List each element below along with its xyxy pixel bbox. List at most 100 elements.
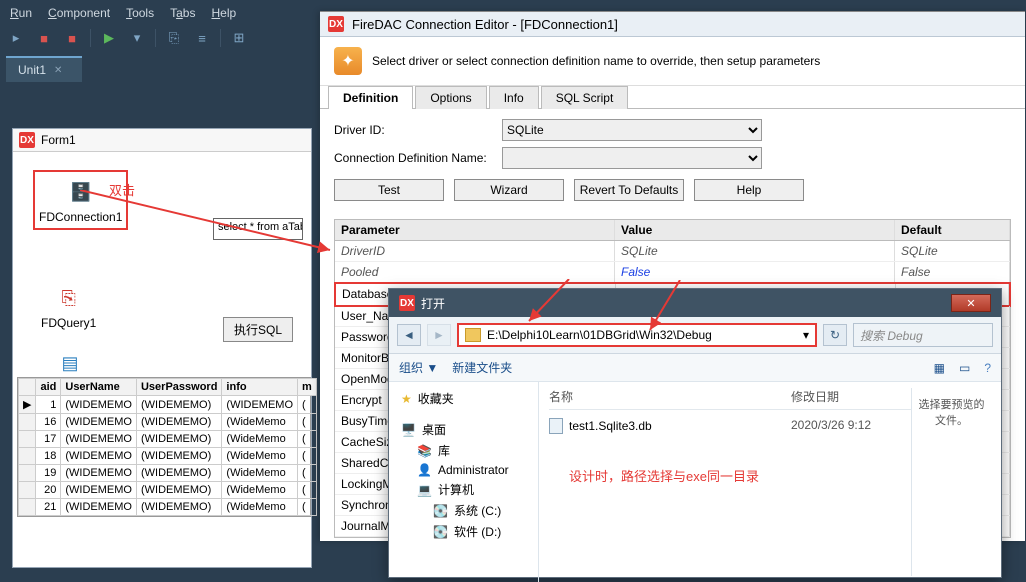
test-button[interactable]: Test bbox=[334, 179, 444, 201]
menu-tools[interactable]: Tools bbox=[126, 6, 154, 20]
param-row[interactable]: PooledFalseFalse bbox=[335, 262, 1010, 283]
tab-sqlscript[interactable]: SQL Script bbox=[541, 86, 629, 109]
conn-tabs: Definition Options Info SQL Script bbox=[320, 86, 1025, 109]
menu-help[interactable]: Help bbox=[211, 6, 236, 20]
wizard-icon: ✦ bbox=[334, 47, 362, 75]
param-col-header[interactable]: Value bbox=[615, 220, 895, 240]
menu-component[interactable]: Component bbox=[48, 6, 110, 20]
separator bbox=[155, 29, 156, 47]
nav-forward-button[interactable]: ► bbox=[427, 324, 451, 346]
tree-favorites[interactable]: ★收藏夹 bbox=[393, 388, 534, 409]
table-row[interactable]: 20(WIDEMEMO(WIDEMEMO)(WideMemo( bbox=[19, 482, 317, 499]
tab-info[interactable]: Info bbox=[489, 86, 539, 109]
dialog-title: 打开 bbox=[421, 295, 445, 312]
file-open-dialog: DX 打开 ✕ ◄ ► E:\Delphi10Learn\01DBGrid\Wi… bbox=[388, 288, 1002, 578]
organize-button[interactable]: 组织 ▼ bbox=[399, 359, 438, 376]
param-col-header[interactable]: Default bbox=[895, 220, 1010, 240]
drive-icon: 💽 bbox=[433, 504, 448, 518]
param-col-header[interactable]: Parameter bbox=[335, 220, 615, 240]
tab-options[interactable]: Options bbox=[415, 86, 486, 109]
dialog-toolbar: 组织 ▼ 新建文件夹 ▦ ▭ ? bbox=[389, 354, 1001, 382]
revert-button[interactable]: Revert To Defaults bbox=[574, 179, 684, 201]
tab-label: Unit1 bbox=[18, 63, 46, 77]
close-icon[interactable]: ✕ bbox=[54, 65, 62, 76]
run-icon[interactable]: ▶ bbox=[99, 28, 119, 48]
menu-tabs[interactable]: Tabs bbox=[170, 6, 195, 20]
help-button[interactable]: Help bbox=[694, 179, 804, 201]
toolbar-icon[interactable]: ≡ bbox=[192, 28, 212, 48]
datasource-icon: ▤ bbox=[50, 347, 90, 379]
separator bbox=[220, 29, 221, 47]
form-designer: DX Form1 🗄️ FDConnection1 双击 select * fr… bbox=[12, 128, 312, 568]
conn-title-bar: DX FireDAC Connection Editor - [FDConnec… bbox=[320, 12, 1025, 37]
fdquery-component[interactable]: ⎘ FDQuery1 bbox=[41, 282, 96, 330]
grid-col-header[interactable]: info bbox=[222, 379, 298, 396]
table-row[interactable]: 19(WIDEMEMO(WIDEMEMO)(WideMemo( bbox=[19, 465, 317, 482]
tab-definition[interactable]: Definition bbox=[328, 86, 413, 109]
computer-icon: 💻 bbox=[417, 483, 432, 497]
conn-def-select[interactable] bbox=[502, 147, 762, 169]
tree-library[interactable]: 📚库 bbox=[393, 440, 534, 461]
preview-icon[interactable]: ▭ bbox=[959, 361, 970, 375]
file-name: test1.Sqlite3.db bbox=[569, 419, 652, 433]
file-date: 2020/3/26 9:12 bbox=[791, 418, 911, 434]
tab-unit1[interactable]: Unit1 ✕ bbox=[6, 56, 82, 82]
execute-sql-button[interactable]: 执行SQL bbox=[223, 317, 293, 342]
chevron-down-icon[interactable]: ▾ bbox=[127, 28, 147, 48]
tree-drive-d[interactable]: 💽软件 (D:) bbox=[393, 521, 534, 542]
toolbar-icon[interactable]: ⎘ bbox=[164, 28, 184, 48]
dialog-nav: ◄ ► E:\Delphi10Learn\01DBGrid\Win32\Debu… bbox=[389, 317, 1001, 354]
tree-drive-c[interactable]: 💽系统 (C:) bbox=[393, 500, 534, 521]
query-icon: ⎘ bbox=[49, 282, 89, 314]
path-input[interactable]: E:\Delphi10Learn\01DBGrid\Win32\Debug ▾ bbox=[457, 323, 817, 347]
grid-col-header[interactable]: m bbox=[298, 379, 317, 396]
sql-input[interactable]: select * from aTabl bbox=[213, 218, 303, 240]
desktop-icon: 🖥️ bbox=[401, 423, 416, 437]
conn-def-label: Connection Definition Name: bbox=[334, 151, 494, 165]
tree-desktop[interactable]: 🖥️桌面 bbox=[393, 419, 534, 440]
library-icon: 📚 bbox=[417, 444, 432, 458]
search-input[interactable]: 搜索 Debug bbox=[853, 323, 993, 347]
file-list[interactable]: 名称 修改日期 test1.Sqlite3.db 2020/3/26 9:12 … bbox=[539, 382, 1001, 582]
table-row[interactable]: 16(WIDEMEMO(WIDEMEMO)(WideMemo( bbox=[19, 414, 317, 431]
dx-icon: DX bbox=[399, 295, 415, 311]
close-button[interactable]: ✕ bbox=[951, 294, 991, 312]
db-file-icon bbox=[549, 418, 563, 434]
dbgrid[interactable]: aid UserName UserPassword info m ▶1(WIDE… bbox=[17, 377, 311, 517]
wizard-button[interactable]: Wizard bbox=[454, 179, 564, 201]
table-row[interactable]: 21(WIDEMEMO(WIDEMEMO)(WideMemo( bbox=[19, 499, 317, 516]
form-title: Form1 bbox=[41, 133, 76, 147]
file-row[interactable]: test1.Sqlite3.db 2020/3/26 9:12 bbox=[549, 416, 911, 436]
user-icon: 👤 bbox=[417, 463, 432, 477]
refresh-button[interactable]: ↻ bbox=[823, 324, 847, 346]
nav-back-button[interactable]: ◄ bbox=[397, 324, 421, 346]
file-col-date[interactable]: 修改日期 bbox=[791, 388, 911, 405]
grid-col-header[interactable]: UserPassword bbox=[136, 379, 221, 396]
conn-header: ✦ Select driver or select connection def… bbox=[320, 37, 1025, 86]
toolbar-icon[interactable]: ■ bbox=[34, 28, 54, 48]
dialog-title-bar: DX 打开 ✕ bbox=[389, 289, 1001, 317]
tree-admin[interactable]: 👤Administrator bbox=[393, 461, 534, 479]
conn-title-text: FireDAC Connection Editor - [FDConnectio… bbox=[352, 17, 618, 32]
table-row[interactable]: 18(WIDEMEMO(WIDEMEMO)(WideMemo( bbox=[19, 448, 317, 465]
tree-computer[interactable]: 💻计算机 bbox=[393, 479, 534, 500]
folder-tree[interactable]: ★收藏夹 🖥️桌面 📚库 👤Administrator 💻计算机 💽系统 (C:… bbox=[389, 382, 539, 582]
toolbar-icon[interactable]: ■ bbox=[62, 28, 82, 48]
toolbar-icon[interactable]: ⊞ bbox=[229, 28, 249, 48]
dx-icon: DX bbox=[328, 16, 344, 32]
driver-id-select[interactable]: SQLite bbox=[502, 119, 762, 141]
file-col-name[interactable]: 名称 bbox=[549, 388, 791, 405]
table-row[interactable]: ▶1(WIDEMEMO(WIDEMEMO)(WIDEMEMO( bbox=[19, 396, 317, 414]
help-icon[interactable]: ? bbox=[984, 361, 991, 375]
param-row[interactable]: DriverIDSQLiteSQLite bbox=[335, 241, 1010, 262]
view-icon[interactable]: ▦ bbox=[934, 361, 945, 375]
new-folder-button[interactable]: 新建文件夹 bbox=[452, 359, 512, 376]
grid-col-header[interactable]: UserName bbox=[61, 379, 137, 396]
grid-col-header[interactable]: aid bbox=[36, 379, 61, 396]
menu-run[interactable]: Run bbox=[10, 6, 32, 20]
drive-icon: 💽 bbox=[433, 525, 448, 539]
fdconnection-component[interactable]: 🗄️ FDConnection1 bbox=[33, 170, 128, 230]
grid-indicator-col bbox=[19, 379, 36, 396]
toolbar-icon[interactable]: ▸ bbox=[6, 28, 26, 48]
table-row[interactable]: 17(WIDEMEMO(WIDEMEMO)(WideMemo( bbox=[19, 431, 317, 448]
